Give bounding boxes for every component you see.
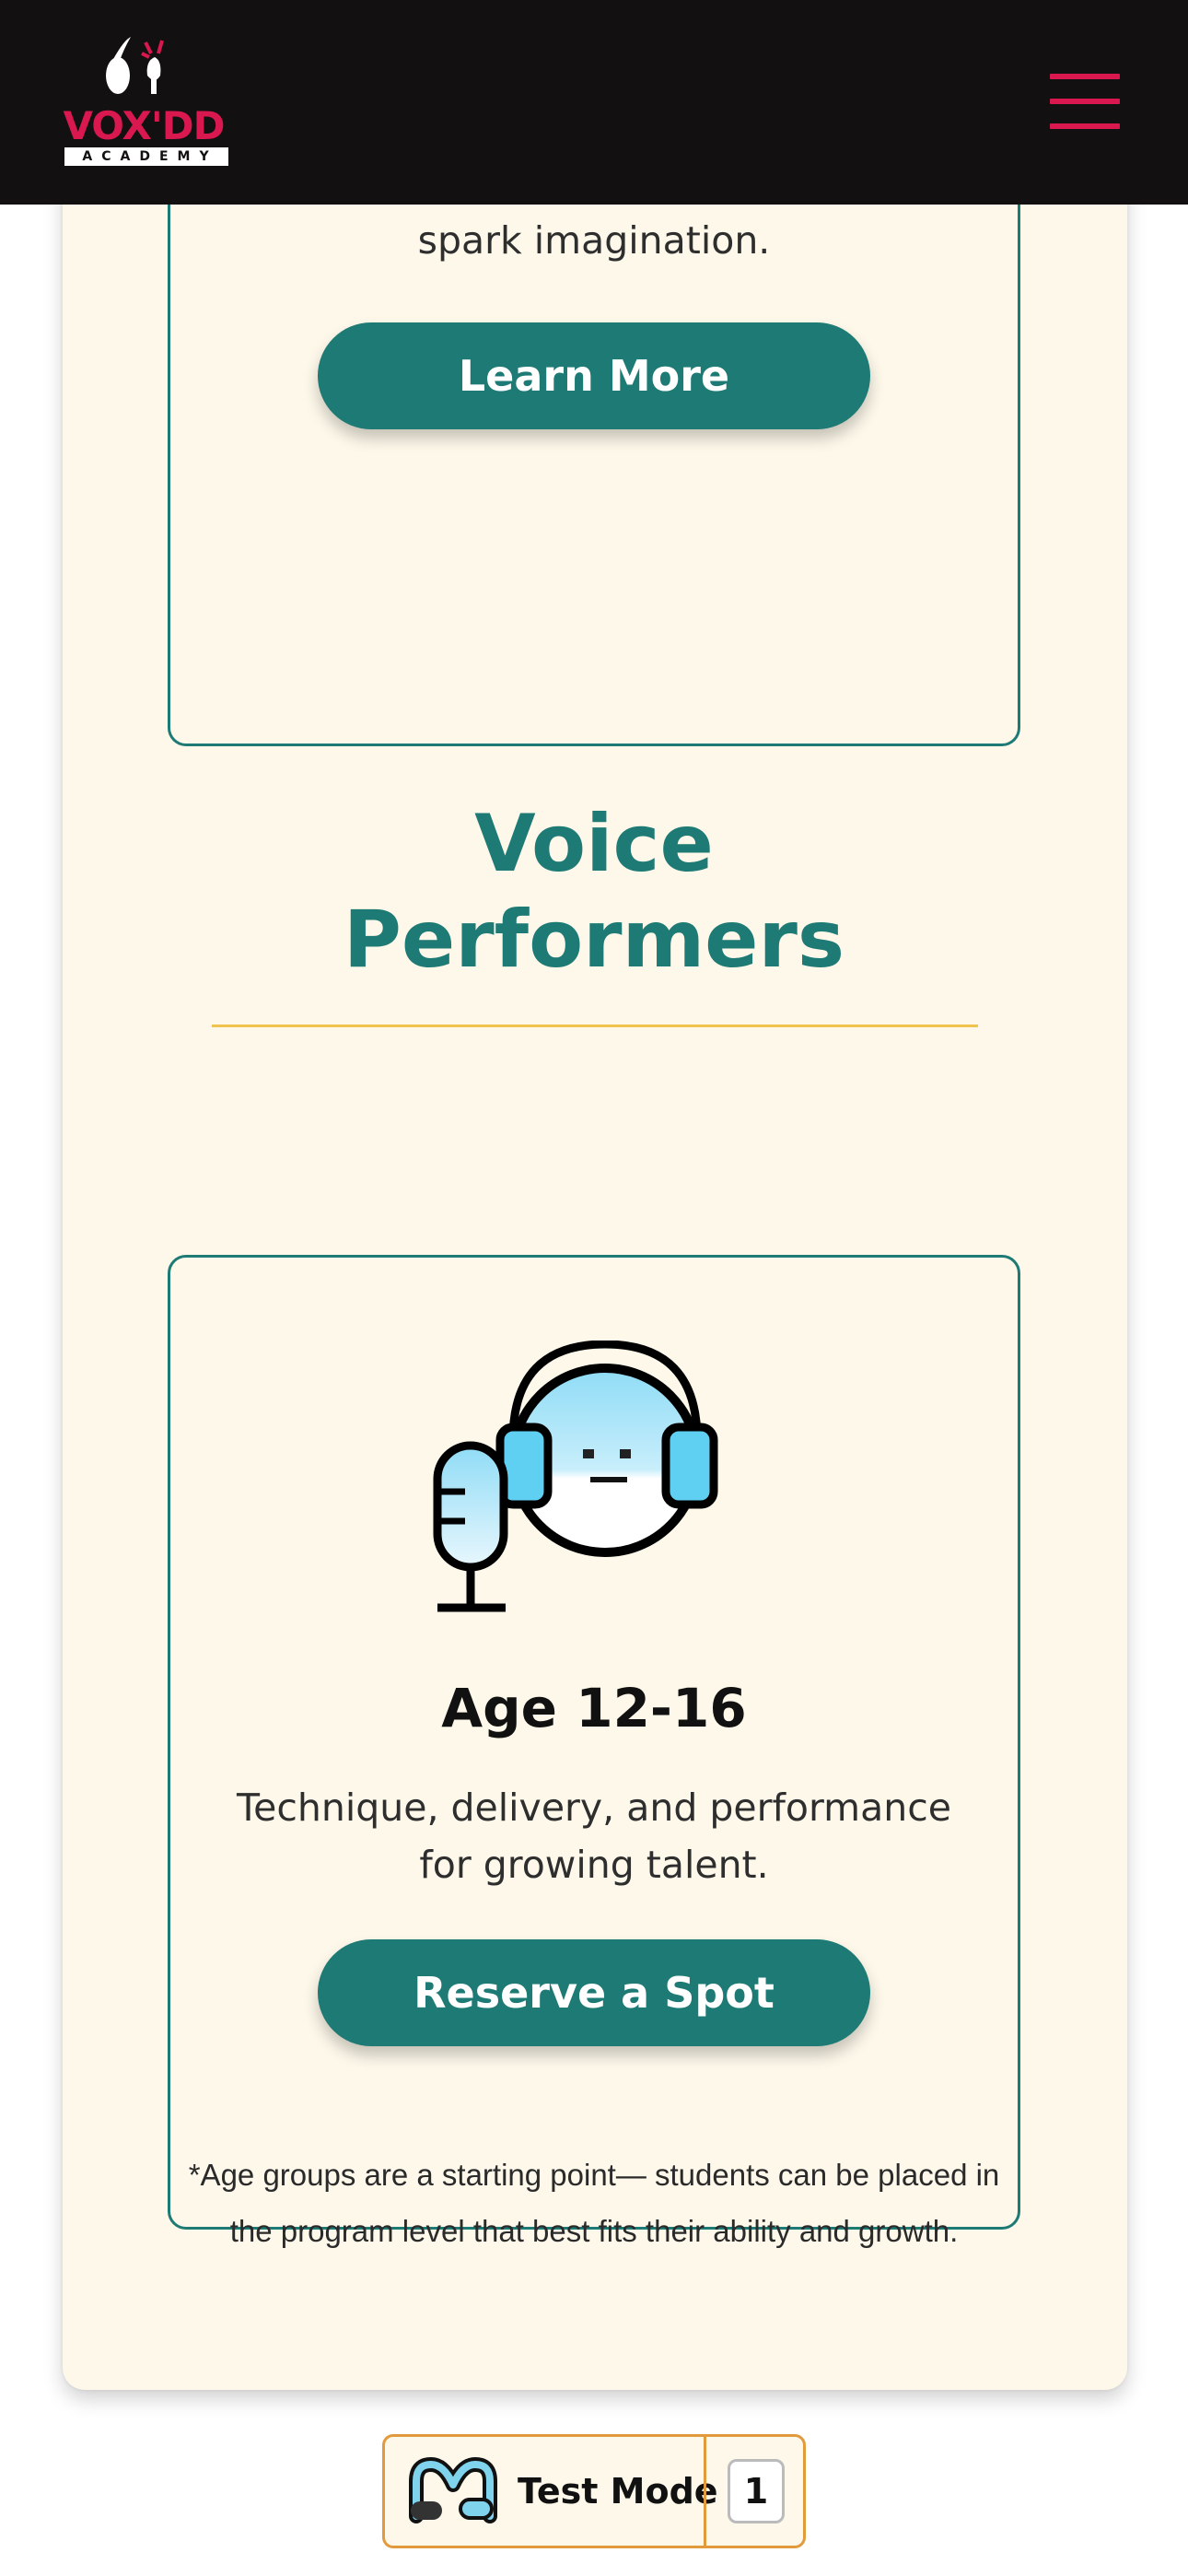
card-description: spark imagination. bbox=[417, 218, 771, 263]
learn-more-button[interactable]: Learn More bbox=[318, 322, 870, 429]
logo-wordmark: VOX'DD bbox=[63, 103, 226, 148]
reserve-a-spot-button[interactable]: Reserve a Spot bbox=[318, 1939, 870, 2046]
menu-line-icon bbox=[1050, 123, 1120, 129]
hamburger-menu-button[interactable] bbox=[1050, 74, 1120, 129]
section-title-line: Performers bbox=[343, 894, 845, 986]
test-mode-label: Test Mode bbox=[518, 2471, 718, 2512]
program-card: spark imagination. Learn More bbox=[168, 138, 1020, 746]
programs-panel: spark imagination. Learn More Voice Perf… bbox=[63, 138, 1127, 2390]
section-title: Voice Performers bbox=[0, 796, 1188, 988]
card-description: Technique, delivery, and performance for… bbox=[170, 1779, 1018, 1893]
footnote-line: the program level that best fits their a… bbox=[229, 2214, 959, 2248]
page: VOX'DD ACADEMY spark imagination. Learn … bbox=[0, 0, 1188, 2576]
logo-subtitle: ACADEMY bbox=[64, 147, 228, 166]
section-title-line: Voice bbox=[474, 798, 714, 890]
logo-microphone-icon bbox=[106, 37, 164, 94]
site-header: VOX'DD ACADEMY bbox=[0, 0, 1188, 205]
age-groups-footnote: *Age groups are a starting point— studen… bbox=[166, 2147, 1022, 2259]
section-divider bbox=[212, 1025, 978, 1027]
vox-dd-academy-logo[interactable]: VOX'DD ACADEMY bbox=[59, 33, 234, 170]
card-description-line: Technique, delivery, and performance bbox=[237, 1786, 951, 1830]
menu-line-icon bbox=[1050, 74, 1120, 79]
test-mode-badge[interactable]: Test Mode 1 bbox=[382, 2434, 806, 2548]
voice-performer-headphones-microphone-icon bbox=[433, 1341, 718, 1612]
test-mode-count: 1 bbox=[728, 2459, 785, 2523]
age-range-title: Age 12-16 bbox=[441, 1677, 747, 1739]
badge-divider bbox=[704, 2437, 706, 2546]
m-logo-icon bbox=[409, 2457, 497, 2523]
program-card-voice-performers: Age 12-16 Technique, delivery, and perfo… bbox=[168, 1255, 1020, 2230]
menu-line-icon bbox=[1050, 99, 1120, 104]
footnote-line: *Age groups are a starting point— studen… bbox=[188, 2158, 1000, 2192]
card-description-line: for growing talent. bbox=[419, 1843, 769, 1887]
